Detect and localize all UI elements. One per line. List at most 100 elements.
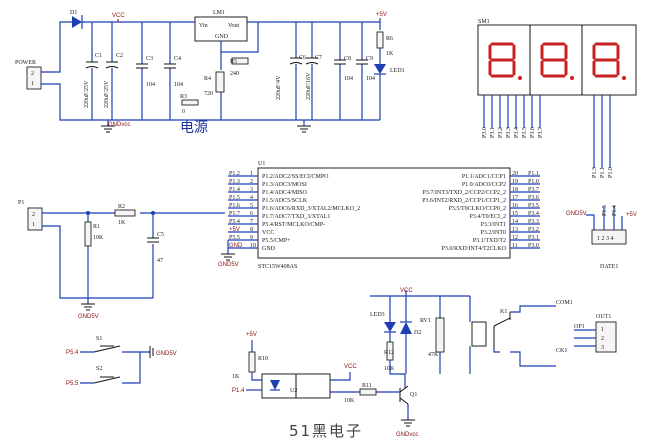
power-title: 电源 <box>180 120 208 136</box>
vcc-label: VCC <box>112 13 125 19</box>
mcu-right-pin-num: 11 <box>512 243 518 249</box>
r4-value: 720 <box>204 91 213 97</box>
s1-ref: S1 <box>96 336 102 342</box>
mcu-right-pin-net: P3.7 <box>528 187 539 193</box>
mcu-right-pin-name: P3.3/INT1 <box>481 222 507 228</box>
p1-ref: P1 <box>18 200 24 206</box>
r10-ref: R10 <box>258 356 268 362</box>
mcu-left-pin-num: 5 <box>250 203 253 209</box>
mcu-right-pin-net: P1.0 <box>528 179 539 185</box>
switch-gnd-label: GND5V <box>156 351 177 357</box>
mcu-right-pin-num: 14 <box>512 219 518 225</box>
r3-ref: R3 <box>180 94 187 100</box>
c5-value: 47 <box>157 258 163 264</box>
svg-text:1: 1 <box>32 222 35 228</box>
power-gnd-label: GNDvcc <box>108 122 130 128</box>
regulator-vin: Vin <box>199 23 208 29</box>
q1-ref: Q1 <box>410 392 417 398</box>
mcu-left-pin-name: P1.7/ADC7/TXD_3/XTAL1 <box>262 214 330 220</box>
mcu-right-pin-name: P3.4/T0/ECI_2 <box>469 214 506 220</box>
mcu-left-pin-name: P5.5/CMP+ <box>262 238 291 244</box>
cap-c8-value: 104 <box>344 76 353 82</box>
mcu-right-pin-net: P3.3 <box>528 219 539 225</box>
mcu-right-pin-net: P3.4 <box>528 211 539 217</box>
svg-text:2: 2 <box>32 212 35 218</box>
mcu-left-pin-num: 6 <box>250 211 253 217</box>
mcu-right-pin-name: P1.0/ADC0/CCP2 <box>462 182 506 188</box>
mcu-right-pin-num: 13 <box>512 227 518 233</box>
seg-pin-4: P3.4 <box>514 127 520 138</box>
mcu-left-pin-num: 9 <box>250 235 253 241</box>
led3 <box>384 322 396 332</box>
r2-value: 1K <box>118 220 126 226</box>
mcu-left-pin-num: 10 <box>250 243 256 249</box>
mcu-left-pin-net: P1.2 <box>229 171 240 177</box>
resistor-r2 <box>114 209 136 217</box>
svg-text:2: 2 <box>31 71 34 77</box>
opto-p14: P1.4 <box>232 388 245 394</box>
resistor-r6 <box>376 31 384 49</box>
seg-pin-2: P3.2 <box>498 127 504 138</box>
mcu-left-pin-net: P1.7 <box>229 211 240 217</box>
mcu-left-pin-net: P1.3 <box>229 179 240 185</box>
u2-ref: U2 <box>290 388 297 394</box>
out-ck-label: CK1 <box>556 348 567 354</box>
mcu-left-pin-net: P5.4 <box>229 219 240 225</box>
mcu-right-pin-num: 15 <box>512 211 518 217</box>
r4-ref: R4 <box>204 76 211 82</box>
cap-c6-value: 220uF/4V <box>276 75 282 100</box>
c5-ref: C5 <box>157 232 164 238</box>
regulator-vout: Vout <box>228 23 240 29</box>
resistor-r10 <box>248 351 256 373</box>
rv1-ref: RV1 <box>420 318 431 324</box>
cap-c7-value: 220uF/16V <box>306 72 312 100</box>
pot-rv1 <box>435 317 445 353</box>
cap-c4-value: 104 <box>174 82 183 88</box>
d2-ref: D2 <box>414 330 421 336</box>
com-pin-2: P1.0 <box>608 167 614 178</box>
regulator-gnd: GND <box>215 34 229 40</box>
power-connector <box>26 66 42 90</box>
regulator-ref: LM1 <box>213 10 225 16</box>
svg-text:1: 1 <box>31 81 34 87</box>
cap-c9-value: 104 <box>366 76 375 82</box>
mcu-left-pin-net: P1.4 <box>229 187 240 193</box>
led1 <box>374 64 386 74</box>
svg-text:2: 2 <box>601 336 604 342</box>
mcu-left-pin-name: VCC <box>262 230 274 236</box>
mcu-right-pin-net: P3.0 <box>528 243 539 249</box>
mcu-right-pin-name: P3.0/RXD/INT4/T2CLKO <box>442 246 507 252</box>
mcu-u1: U1 STC15W408AS P1.2 1 P1.2/ADC2/SS/ECI/CMP… <box>218 161 540 270</box>
mcu-left-pin-num: 4 <box>250 195 253 201</box>
cap-c6-ref: C6 <box>299 55 306 61</box>
cap-c4-ref: C4 <box>174 56 181 62</box>
led1-ref: LED1 <box>390 68 405 74</box>
mcu-left-pin-name: GND <box>262 246 276 252</box>
mcu-left-pin-num: 3 <box>250 187 253 193</box>
out-op-label: OP1 <box>574 324 585 330</box>
seg-pin-6: P3.6 <box>530 127 536 138</box>
cap-c3-value: 104 <box>146 82 155 88</box>
seg-pin-0: P3.0 <box>482 127 488 138</box>
mcu-left-pin-name: P1.4/ADC4/MISO <box>262 190 308 196</box>
resistor-r4 <box>215 71 225 93</box>
output-section: VCC LED3 R12 10K D2 RV1 47K K1 COM1 CK1 … <box>232 288 617 438</box>
date-pin-1: P1.4 <box>612 205 618 216</box>
input-section: P1 2 1 R2 1K R1 10K C5 47 GND5V <box>18 200 225 320</box>
seg-pin-3: P3.3 <box>506 127 512 138</box>
footer-watermark: 51黑电子 <box>288 422 364 440</box>
mcu-left-pin-name: P1.3/ADC3/MOSI <box>262 182 307 188</box>
r11-value: 10K <box>344 398 355 404</box>
r6-ref: R6 <box>386 36 393 42</box>
schematic-canvas: POWER 2 1 D1 VCC C1 220uF/25V C2 220uF/2… <box>15 10 637 438</box>
cap-c1-value: 220uF/25V <box>84 80 90 108</box>
switches: P5.4 S1 P5.5 S2 GND5V <box>66 336 177 387</box>
led3-ref: LED3 <box>370 312 385 318</box>
diode-d2 <box>400 322 412 334</box>
cap-c2-value: 220uF/25V <box>104 80 110 108</box>
date-connector: GND5V P1.5 P1.4 +5V 1 2 3 4 DATE1 <box>566 205 637 270</box>
p1-connector <box>27 207 43 231</box>
svg-text:1: 1 <box>601 327 604 333</box>
mcu-right-pin-net: P3.6 <box>528 195 539 201</box>
diode-d1 <box>72 16 82 28</box>
